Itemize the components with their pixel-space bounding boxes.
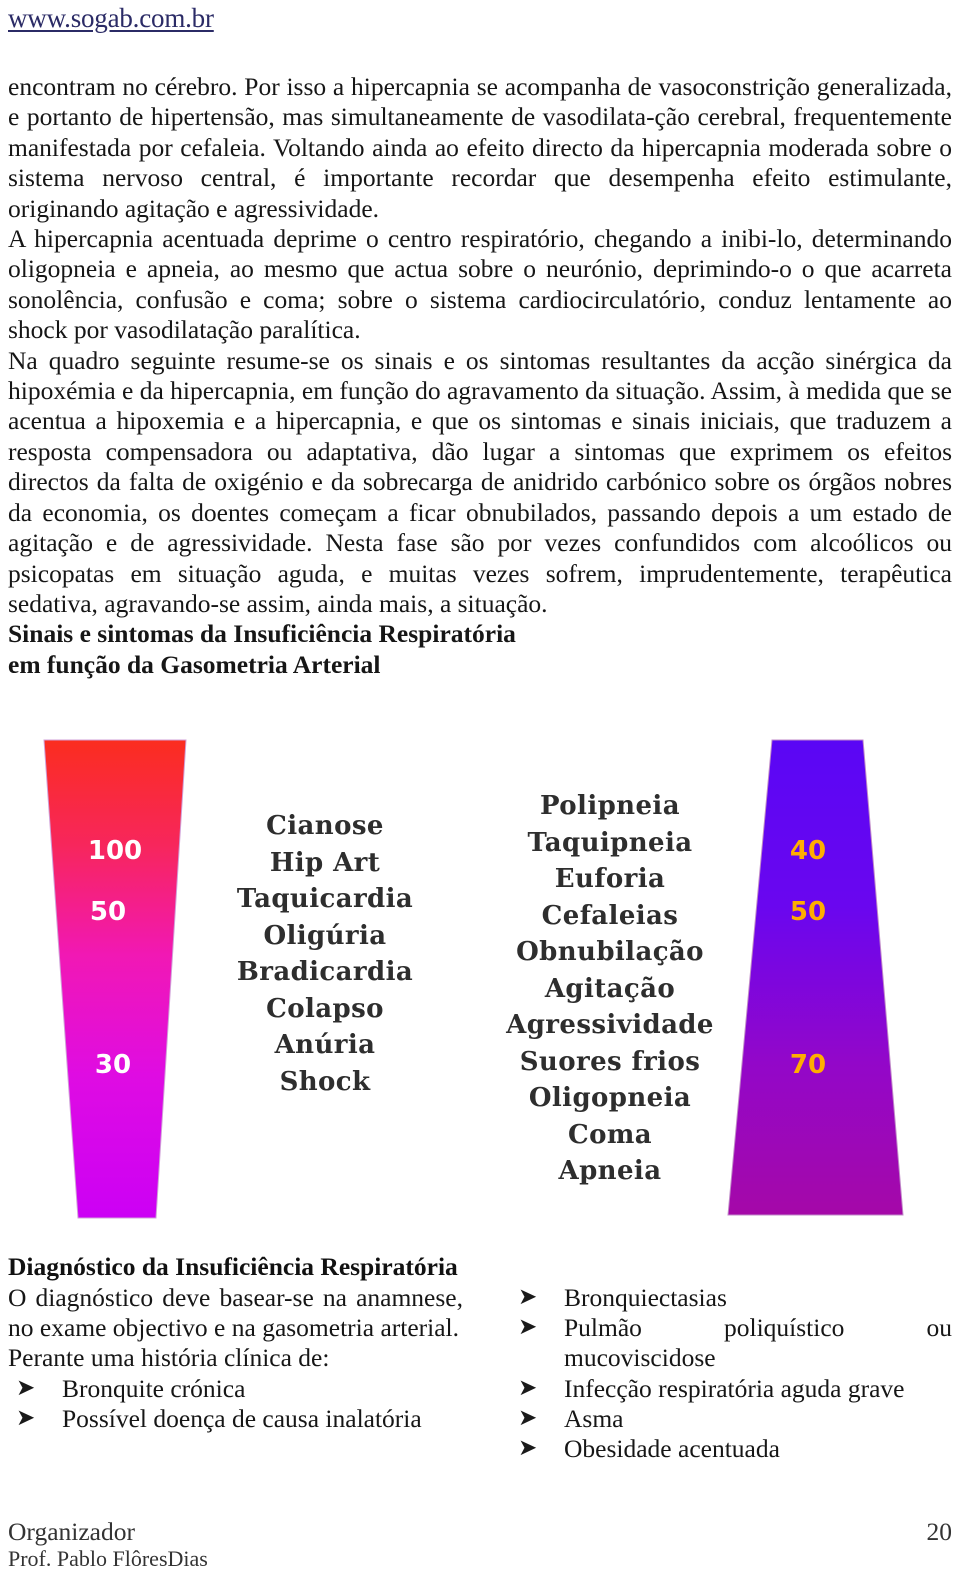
arrow-bullet-icon: ➤: [16, 1404, 36, 1431]
arrow-bullet-icon: ➤: [518, 1284, 538, 1310]
diagnosis-lead-in: Perante uma história clínica de:: [8, 1343, 330, 1373]
arrow-bullet-icon: ➤: [518, 1435, 538, 1462]
pao2-trapezoid: [43, 739, 187, 1219]
symptom-item: Obnubilação: [516, 937, 704, 967]
arrow-bullet-icon: ➤: [518, 1404, 538, 1431]
symptom-item: Bradicardia: [236, 957, 414, 987]
diagnosis-heading: Diagnóstico da Insuficiência Respiratóri…: [8, 1252, 458, 1281]
list-item-label: Bronquiectasias: [564, 1283, 727, 1312]
list-item: ➤ Infecção respiratória aguda grave: [510, 1374, 952, 1404]
paco2-value-40: 40: [789, 836, 827, 866]
symptom-item: Oligúria: [263, 920, 387, 951]
list-item-label: Possível doença de causa inalatória: [62, 1403, 422, 1433]
diagnosis-right-column: ➤ Bronquiectasias ➤ Pulmão poliquístico …: [510, 1283, 952, 1464]
symptom-item: Euforia: [554, 864, 666, 894]
list-item-label: Obesidade acentuada: [564, 1434, 780, 1464]
symptom-item: Cianose: [266, 811, 384, 841]
symptom-item: Agitação: [544, 973, 676, 1004]
symptom-item: Polipneia: [540, 791, 680, 821]
diagnosis-right-list: ➤ Bronquiectasias ➤ Pulmão poliquístico …: [510, 1283, 952, 1464]
symptom-item: Cefaleias: [541, 900, 679, 931]
list-item: ➤ Bronquiectasias: [510, 1283, 952, 1313]
list-item: ➤ Bronquite crónica: [8, 1374, 463, 1404]
symptom-item: Oligopneia: [528, 1083, 692, 1113]
symptom-column-early: Cianose Hip Art Taquicardia Oligúria Bra…: [195, 808, 455, 1100]
paco2-value-50: 50: [789, 897, 827, 927]
list-item: ➤ Obesidade acentuada: [510, 1434, 952, 1464]
list-item: ➤ Pulmão poliquístico ou mucoviscidose: [510, 1313, 952, 1373]
footer-page-number: 20: [926, 1517, 953, 1546]
paragraph-1: encontram no cérebro. Por isso a hiperca…: [8, 72, 952, 223]
list-item: ➤ Asma: [510, 1404, 952, 1434]
list-item-label: Pulmão poliquístico ou mucoviscidose: [564, 1313, 952, 1373]
footer-organizer-label: Organizador: [8, 1517, 135, 1546]
symptom-item: Coma: [568, 1119, 652, 1150]
list-item-label: Infecção respiratória aguda grave: [564, 1373, 905, 1403]
symptom-item: Apneia: [558, 1156, 662, 1186]
paragraph-2: A hipercapnia acentuada deprime o centro…: [8, 224, 952, 345]
list-item-label: Bronquite crónica: [62, 1373, 246, 1403]
symptom-item: Anúria: [274, 1030, 376, 1060]
symptom-item: Agressividade: [506, 1010, 714, 1040]
arrow-bullet-icon: ➤: [518, 1314, 538, 1341]
paco2-value-70: 70: [789, 1050, 827, 1080]
diagram-heading-line-2: em função da Gasometria Arterial: [8, 649, 381, 679]
list-item: ➤ Possível doença de causa inalatória: [8, 1404, 463, 1434]
footer-organizer-name: Prof. Pablo FlôresDias: [8, 1546, 208, 1571]
page-footer: Organizador Prof. Pablo FlôresDias 20: [8, 1518, 952, 1578]
gasometry-diagram: 100 50 30 40 50 70 Cianose Hip Art Taqui…: [0, 700, 960, 1230]
symptom-item: Hip Art: [269, 847, 381, 878]
list-item-label: Asma: [564, 1403, 624, 1433]
pao2-value-30: 30: [94, 1050, 132, 1080]
symptom-item: Suores frios: [519, 1046, 701, 1077]
arrow-bullet-icon: ➤: [16, 1374, 36, 1401]
symptom-column-late: Polipneia Taquipneia Euforia Cefaleias O…: [480, 788, 740, 1190]
site-url-header[interactable]: www.sogab.com.br: [8, 2, 214, 34]
pao2-value-50: 50: [89, 897, 127, 927]
diagnosis-columns: O diagnóstico deve basear-se na anamnese…: [8, 1283, 952, 1468]
symptom-item: Taquicardia: [236, 884, 414, 914]
diagnosis-left-column: O diagnóstico deve basear-se na anamnese…: [8, 1283, 463, 1434]
pao2-value-100: 100: [87, 836, 143, 866]
symptom-item: Colapso: [266, 993, 384, 1024]
footer-organizer: Organizador Prof. Pablo FlôresDias: [8, 1518, 208, 1572]
paco2-trapezoid: [727, 739, 904, 1216]
document-page: www.sogab.com.br encontram no cérebro. P…: [0, 0, 960, 1584]
symptom-item: Taquipneia: [527, 827, 693, 858]
paragraph-3: Na quadro seguinte resume-se os sinais e…: [8, 345, 952, 618]
symptom-item: Shock: [279, 1066, 371, 1097]
arrow-bullet-icon: ➤: [518, 1374, 538, 1401]
body-text: encontram no cérebro. Por isso a hiperca…: [8, 72, 952, 680]
diagnosis-left-list: ➤ Bronquite crónica ➤ Possível doença de…: [8, 1374, 463, 1434]
diagnosis-intro: O diagnóstico deve basear-se na anamnese…: [8, 1283, 463, 1343]
diagram-heading-line-1: Sinais e sintomas da Insuficiência Respi…: [8, 619, 516, 649]
